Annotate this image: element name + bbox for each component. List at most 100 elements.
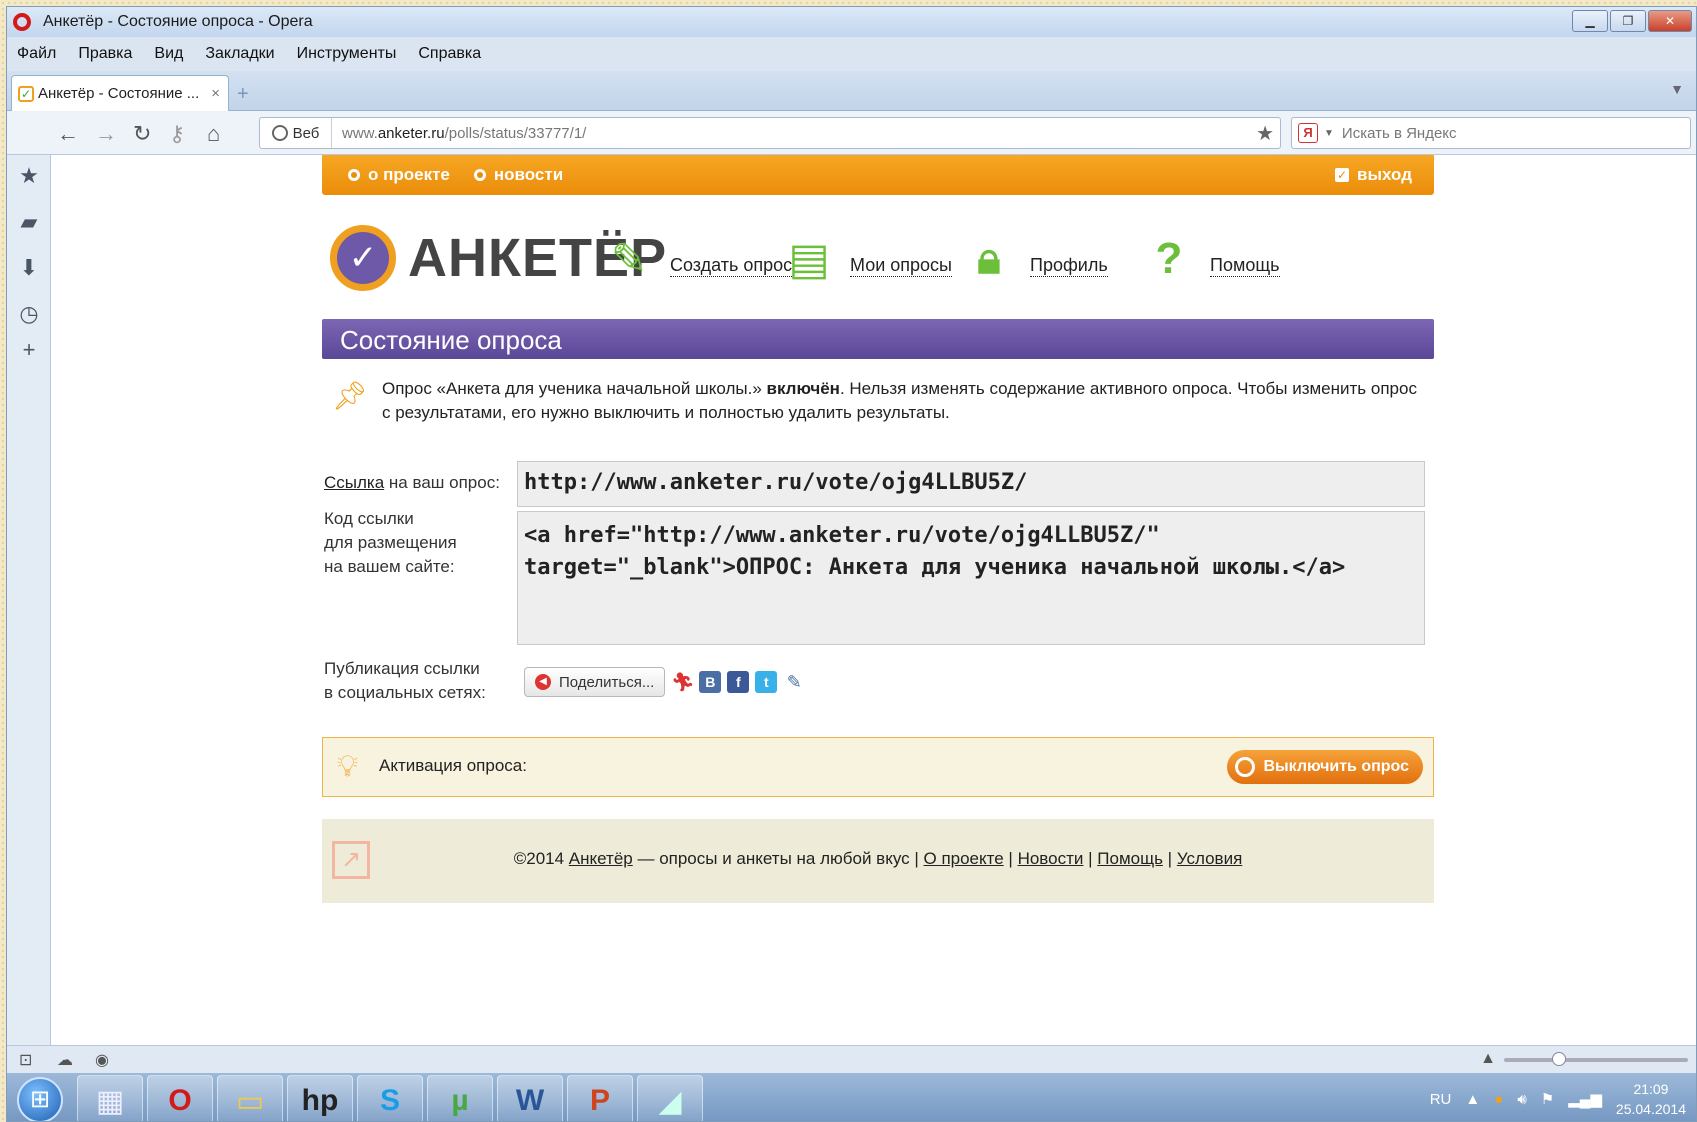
key-icon[interactable]: ⚷ xyxy=(169,121,185,147)
skype-app-icon[interactable]: S xyxy=(357,1075,423,1121)
share-button[interactable]: ◀ Поделиться... xyxy=(524,667,666,697)
create-poll-icon: ✎ xyxy=(610,234,648,284)
about-link[interactable]: о проекте xyxy=(348,165,450,185)
search-engine-dropdown-icon[interactable]: ▼ xyxy=(1324,128,1334,139)
my-polls-icon: ▤ xyxy=(788,234,830,284)
tab-label: Анкетёр - Состояние ... xyxy=(38,85,200,102)
menu-bookmarks[interactable]: Закладки xyxy=(205,45,274,63)
logout-link[interactable]: ✓ выход xyxy=(1335,165,1412,185)
pin-icon: 📌︎ xyxy=(332,380,368,411)
tab-close-icon[interactable]: × xyxy=(211,85,220,102)
notice-text: Опрос «Анкета для ученика начальной школ… xyxy=(382,379,1417,422)
tab-menu-chevron-icon[interactable]: ▼ xyxy=(1670,81,1684,97)
address-bar[interactable]: Веб www.anketer.ru/polls/status/33777/1/… xyxy=(259,117,1281,149)
yandex-icon[interactable]: Я xyxy=(1298,123,1318,143)
reload-icon[interactable]: ↻ xyxy=(133,121,151,147)
social-label: Публикация ссылки в социальных сетях: xyxy=(324,659,486,702)
nav-help[interactable]: ? Помощь xyxy=(1142,229,1280,289)
notes-icon[interactable]: ▰ xyxy=(17,209,41,235)
calculator-app-icon[interactable]: ▦ xyxy=(77,1075,143,1121)
code-label: Код ссылки для размещения на вашем сайте… xyxy=(324,509,457,576)
unite-cloud-icon[interactable]: ☁ xyxy=(57,1050,73,1070)
url-text[interactable]: www.anketer.ru/polls/status/33777/1/ xyxy=(342,125,586,142)
word-app-icon[interactable]: W xyxy=(497,1075,563,1121)
clock[interactable]: 21:09 25.04.2014 xyxy=(1616,1079,1686,1119)
tray-app-icon[interactable]: ● xyxy=(1494,1091,1503,1108)
home-icon[interactable]: ⌂ xyxy=(207,121,220,147)
menu-view[interactable]: Вид xyxy=(154,45,183,63)
vkontakte-icon[interactable]: В xyxy=(699,671,722,693)
footer-news-link[interactable]: Новости xyxy=(1018,849,1084,868)
window-title: Анкетёр - Состояние опроса - Opera xyxy=(43,13,313,30)
start-button-icon[interactable]: ⊞ xyxy=(17,1077,63,1121)
news-link[interactable]: новости xyxy=(473,165,563,185)
zoom-up-icon[interactable]: ▲ xyxy=(1480,1050,1496,1068)
nav-my-polls[interactable]: ▤ Мои опросы xyxy=(782,229,952,289)
livejournal-pen-icon[interactable]: ✎ xyxy=(783,671,805,693)
poll-link-field[interactable]: http://www.anketer.ru/vote/ojg4LLBU5Z/ xyxy=(517,461,1425,507)
share-speaker-icon: ◀ xyxy=(535,674,551,690)
action-center-flag-icon[interactable]: ⚑ xyxy=(1541,1090,1554,1108)
language-indicator[interactable]: RU xyxy=(1430,1091,1452,1108)
history-clock-icon[interactable]: ◷ xyxy=(17,301,41,327)
new-tab-button[interactable]: + xyxy=(237,83,249,106)
footer-help-link[interactable]: Помощь xyxy=(1097,849,1163,868)
nav-create-poll[interactable]: ✎ Создать опрос xyxy=(602,229,793,289)
radio-bullet-icon xyxy=(348,169,360,181)
menu-file[interactable]: Файл xyxy=(17,45,56,63)
lightbulb-icon: 💡︎ xyxy=(337,750,358,783)
globe-icon xyxy=(271,125,288,141)
explorer-app-icon[interactable]: ▭ xyxy=(217,1075,283,1121)
nav-profile[interactable]: 🔒︎ Профиль xyxy=(962,229,1108,289)
tab-anketer[interactable]: ✓ Анкетёр - Состояние ... × xyxy=(11,75,229,111)
section-title: Состояние опроса xyxy=(340,325,562,355)
profile-lock-icon: 🔒︎ xyxy=(977,234,1001,283)
anketer-favicon-icon: ✓ xyxy=(18,85,34,102)
close-button[interactable]: ✕ xyxy=(1648,10,1692,32)
link-label-link[interactable]: Ссылка xyxy=(324,473,384,492)
side-panel: ★ ▰ ⬇ ◷ + xyxy=(7,155,51,1045)
activation-label: Активация опроса: xyxy=(379,756,527,775)
back-arrow-icon[interactable]: ← xyxy=(57,121,79,147)
volume-icon[interactable]: 🔊︎ xyxy=(1517,1091,1526,1108)
footer-terms-link[interactable]: Условия xyxy=(1177,849,1242,868)
footer-about-link[interactable]: О проекте xyxy=(924,849,1004,868)
forward-arrow-icon[interactable]: → xyxy=(95,121,117,147)
logo-check-icon: ✓ xyxy=(330,225,396,291)
section-header: Состояние опроса xyxy=(322,319,1434,359)
site-top-bar: о проекте новости ✓ выход xyxy=(322,155,1434,195)
checkbox-icon: ✓ xyxy=(1335,168,1350,182)
embed-code-textarea[interactable]: <a href="http://www.anketer.ru/vote/ojg4… xyxy=(517,511,1425,645)
search-field[interactable]: Я ▼ Искать в Яндекс xyxy=(1291,117,1691,149)
menu-tools[interactable]: Инструменты xyxy=(297,45,397,63)
zoom-knob[interactable] xyxy=(1552,1052,1566,1066)
powerpoint-app-icon[interactable]: P xyxy=(567,1075,633,1121)
opera-app-icon[interactable]: O xyxy=(147,1075,213,1121)
tray-expand-icon[interactable]: ▲ xyxy=(1465,1091,1480,1108)
bookmark-star-icon[interactable]: ★ xyxy=(1256,121,1274,146)
facebook-icon[interactable]: f xyxy=(727,671,750,693)
zoom-slider[interactable] xyxy=(1504,1052,1688,1066)
panel-toggle-icon[interactable]: ⊡ xyxy=(19,1050,32,1070)
share-person-icon[interactable]: 🏃︎ xyxy=(671,671,694,693)
bookmarks-star-icon[interactable]: ★ xyxy=(17,163,41,189)
title-bar: Анкетёр - Состояние опроса - Opera ▁ ❐ ✕ xyxy=(7,7,1696,37)
network-signal-icon[interactable]: ▂▄▆ xyxy=(1568,1090,1602,1108)
page-content: о проекте новости ✓ выход ✓ АНКЕТЁР ✎ Со… xyxy=(52,155,1696,1045)
book-app-icon[interactable]: ◢ xyxy=(637,1075,703,1121)
status-bar: ⊡ ☁ ◉ ▲ xyxy=(7,1045,1696,1073)
turbo-icon[interactable]: ◉ xyxy=(95,1050,109,1070)
minimize-button[interactable]: ▁ xyxy=(1572,10,1608,32)
footer-brand-link[interactable]: Анкетёр xyxy=(569,849,633,868)
disable-poll-button[interactable]: Выключить опрос xyxy=(1227,750,1423,784)
web-badge[interactable]: Веб xyxy=(260,118,332,148)
restore-button[interactable]: ❐ xyxy=(1610,10,1646,32)
hp-app-icon[interactable]: hp xyxy=(287,1075,353,1121)
downloads-icon[interactable]: ⬇ xyxy=(17,255,41,281)
add-panel-icon[interactable]: + xyxy=(17,337,41,363)
menu-help[interactable]: Справка xyxy=(418,45,481,63)
utorrent-app-icon[interactable]: µ xyxy=(427,1075,493,1121)
windows-taskbar: ⊞ ▦ O ▭ hp S µ W P ◢ RU ▲ ● 🔊︎ ⚑ ▂▄▆ 21:… xyxy=(7,1073,1696,1121)
twitter-icon[interactable]: t xyxy=(755,671,778,693)
menu-edit[interactable]: Правка xyxy=(78,45,132,63)
